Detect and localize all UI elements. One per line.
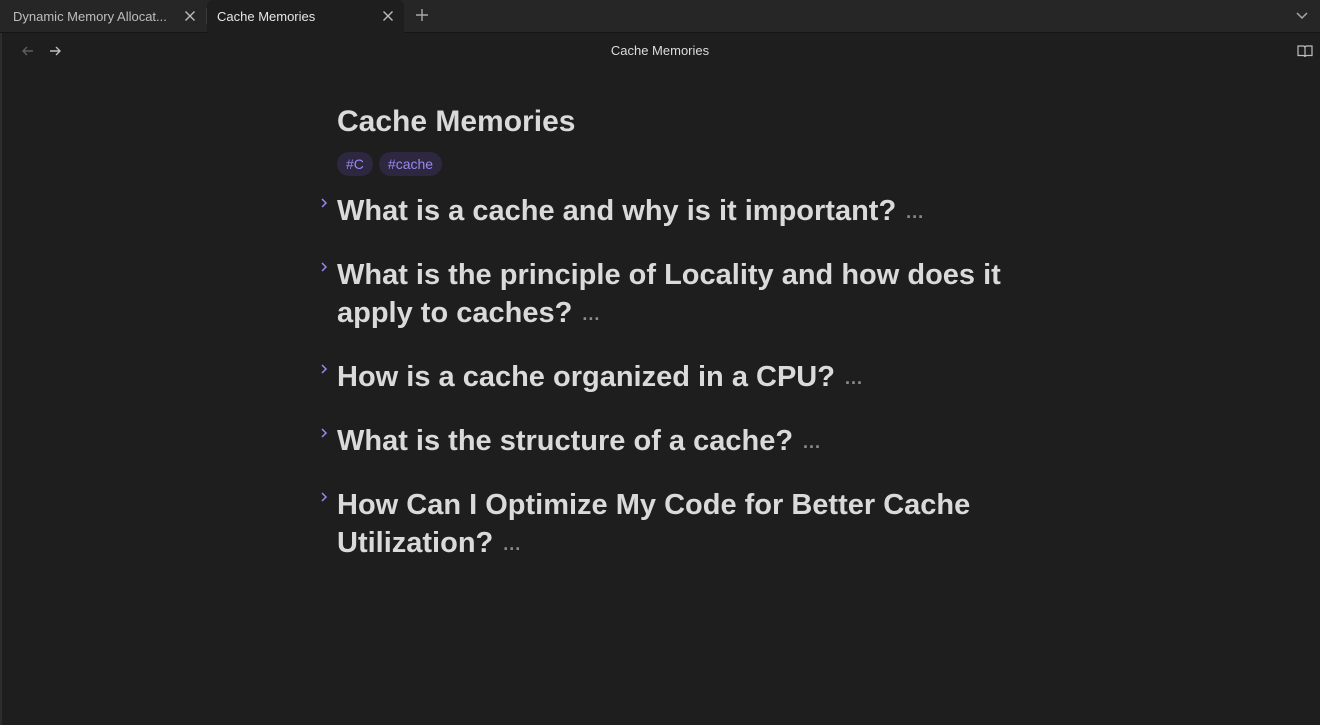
heading-collapsed[interactable]: How Can I Optimize My Code for Better Ca…: [321, 486, 1027, 565]
view-title[interactable]: Cache Memories: [0, 43, 1320, 58]
tag-cache[interactable]: #cache: [378, 152, 443, 176]
tab-title: Dynamic Memory Allocat...: [13, 8, 167, 24]
tab-dynamic-memory-allocation[interactable]: Dynamic Memory Allocat...: [0, 0, 206, 32]
heading-collapsed[interactable]: What is the structure of a cache?...: [321, 422, 1027, 463]
collapsed-ellipsis[interactable]: ...: [803, 423, 821, 461]
tab-title: Cache Memories: [217, 9, 316, 24]
heading-list: What is a cache and why is it important?…: [321, 192, 1027, 565]
view-header: Cache Memories: [0, 33, 1320, 69]
plus-icon[interactable]: [413, 6, 431, 24]
tag-list: #C #cache: [337, 152, 1027, 176]
heading-collapsed[interactable]: What is a cache and why is it important?…: [321, 192, 1027, 233]
heading-collapsed[interactable]: What is the principle of Locality and ho…: [321, 256, 1027, 335]
close-icon[interactable]: [182, 8, 198, 24]
heading-text: What is the structure of a cache?: [337, 425, 794, 457]
note-content: Cache Memories #C #cache What is a cache…: [321, 100, 1027, 588]
tab-bar: Dynamic Memory Allocat... Cache Memories: [0, 0, 1320, 33]
chevron-right-icon[interactable]: [318, 260, 330, 274]
heading-collapsed[interactable]: How is a cache organized in a CPU?...: [321, 358, 1027, 399]
collapsed-ellipsis[interactable]: ...: [845, 359, 863, 397]
tag-c[interactable]: #C: [337, 152, 373, 176]
collapsed-ellipsis[interactable]: ...: [906, 193, 924, 231]
heading-text: What is the principle of Locality and ho…: [337, 259, 1001, 329]
heading-text: How is a cache organized in a CPU?: [337, 361, 835, 393]
collapsed-ellipsis[interactable]: ...: [582, 295, 600, 333]
book-open-icon[interactable]: [1296, 42, 1314, 60]
collapsed-ellipsis[interactable]: ...: [503, 525, 521, 563]
heading-text: What is a cache and why is it important?: [337, 195, 897, 227]
chevron-down-icon[interactable]: [1293, 6, 1311, 24]
chevron-right-icon[interactable]: [318, 490, 330, 504]
tab-cache-memories[interactable]: Cache Memories: [207, 0, 404, 33]
sidebar-edge: [0, 33, 2, 725]
note-title[interactable]: Cache Memories: [337, 100, 1027, 144]
chevron-right-icon[interactable]: [318, 426, 330, 440]
chevron-right-icon[interactable]: [318, 362, 330, 376]
chevron-right-icon[interactable]: [318, 196, 330, 210]
close-icon[interactable]: [380, 8, 396, 24]
heading-text: How Can I Optimize My Code for Better Ca…: [337, 489, 971, 559]
